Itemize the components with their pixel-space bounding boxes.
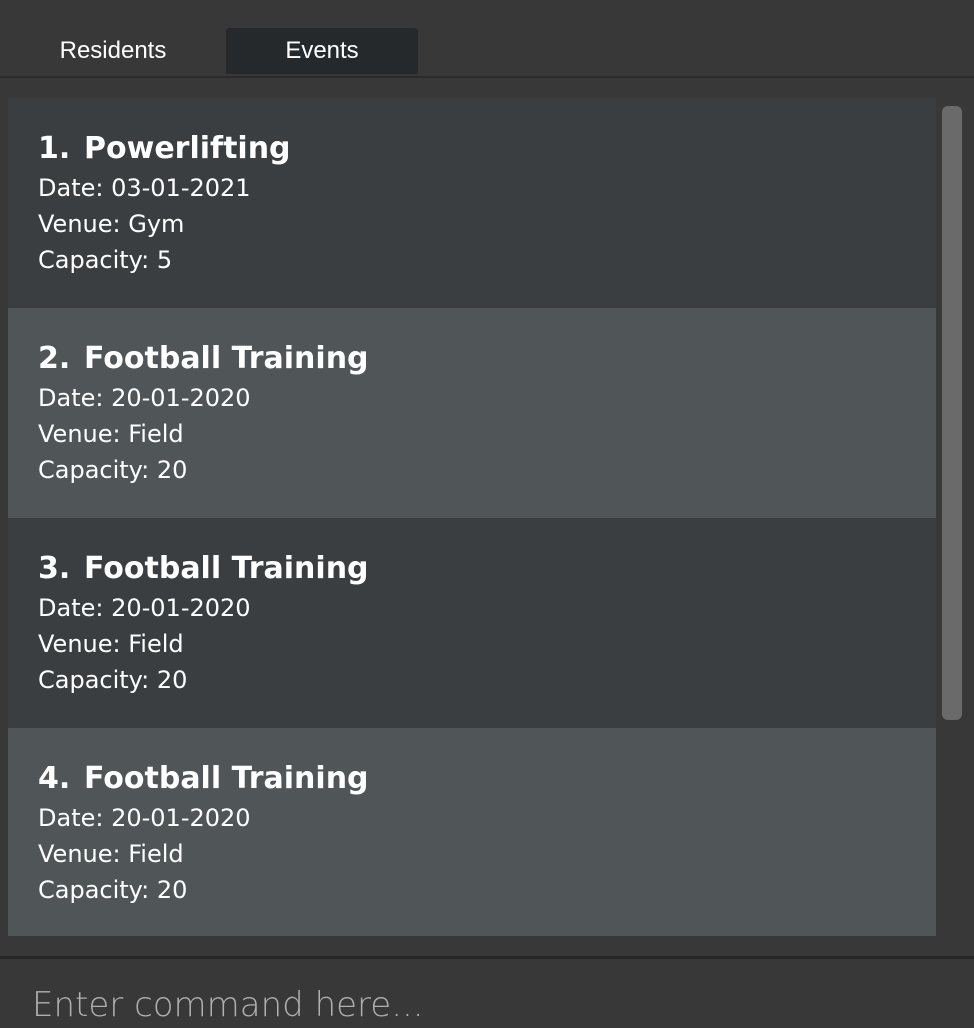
event-name: Powerlifting (84, 131, 291, 166)
event-title: 4. Football Training (38, 758, 936, 800)
event-index: 4. (38, 761, 71, 796)
event-venue: Venue: Gym (38, 210, 185, 238)
event-card[interactable]: 3. Football Training Date: 20-01-2020 Ven… (8, 518, 936, 728)
event-card[interactable]: 2. Football Training Date: 20-01-2020 Ven… (8, 308, 936, 518)
event-title: 1. Powerlifting (38, 128, 936, 170)
event-capacity: Capacity: 20 (38, 666, 188, 694)
event-name: Football Training (84, 341, 369, 376)
event-venue: Venue: Field (38, 420, 184, 448)
event-name: Football Training (84, 761, 369, 796)
event-date: Date: 20-01-2020 (38, 804, 251, 832)
event-date: Date: 20-01-2020 (38, 594, 251, 622)
event-venue: Venue: Field (38, 630, 184, 658)
tab-residents[interactable]: Residents (17, 28, 209, 74)
event-index: 3. (38, 551, 71, 586)
event-capacity: Capacity: 20 (38, 876, 188, 904)
event-card[interactable]: 1. Powerlifting Date: 03-01-2021 Venue: G… (8, 98, 936, 308)
event-title: 2. Football Training (38, 338, 936, 380)
event-title: 3. Football Training (38, 548, 936, 590)
scrollbar-thumb[interactable] (942, 106, 962, 720)
event-card[interactable]: 4. Football Training Date: 20-01-2020 Ven… (8, 728, 936, 936)
event-date: Date: 20-01-2020 (38, 384, 251, 412)
event-name: Football Training (84, 551, 369, 586)
tab-divider (0, 76, 974, 78)
tab-events[interactable]: Events (226, 28, 418, 74)
event-date: Date: 03-01-2021 (38, 174, 251, 202)
event-capacity: Capacity: 5 (38, 246, 173, 274)
event-capacity: Capacity: 20 (38, 456, 188, 484)
event-list[interactable]: 1. Powerlifting Date: 03-01-2021 Venue: G… (8, 98, 936, 936)
command-input[interactable] (0, 959, 974, 1028)
event-index: 1. (38, 131, 71, 166)
tab-bar: Residents Events (0, 0, 974, 76)
event-index: 2. (38, 341, 71, 376)
event-venue: Venue: Field (38, 840, 184, 868)
